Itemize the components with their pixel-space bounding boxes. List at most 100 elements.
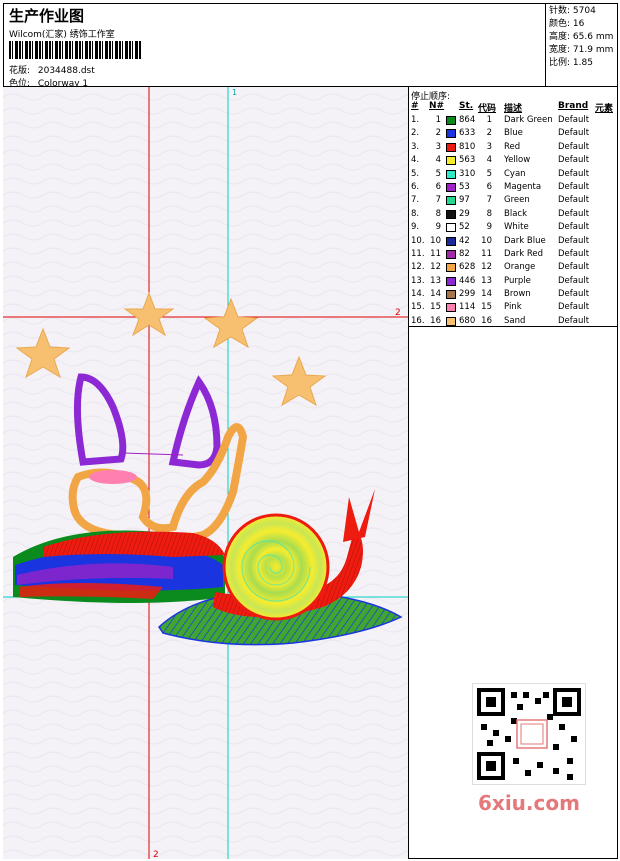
- thread-color-swatch: [446, 169, 456, 179]
- row-st: 29: [459, 208, 470, 219]
- row-desc: Green: [504, 195, 530, 206]
- row-desc: Orange: [504, 262, 536, 273]
- row-num: 9: [435, 222, 441, 233]
- stop-sequence-header: # N# St. 代码 描述 Brand 元素: [410, 101, 616, 114]
- row-brand: Default: [558, 248, 590, 259]
- row-st: 42: [459, 235, 470, 246]
- guide-number-2-vertical: 2: [153, 850, 159, 859]
- row-num: 7: [435, 195, 441, 206]
- design-width: 宽度: 71.9 mm: [549, 45, 614, 55]
- row-idx: 12.: [411, 262, 425, 273]
- col-stitches: St.: [459, 101, 474, 111]
- row-num: 10: [430, 235, 441, 246]
- row-num: 4: [435, 155, 441, 166]
- row-num: 1: [435, 115, 441, 125]
- stop-sequence-row: 7. 7 97 7 Green Default: [410, 194, 616, 207]
- thread-color-swatch: [446, 303, 456, 313]
- row-num: 2: [435, 128, 441, 139]
- row-brand: Default: [558, 168, 590, 179]
- row-brand: Default: [558, 289, 590, 300]
- row-desc: Pink: [504, 302, 522, 313]
- col-code: 代码: [478, 104, 497, 114]
- row-brand: Default: [558, 115, 590, 125]
- watermark-text: 6xiu.com: [478, 791, 580, 815]
- row-st: 864: [459, 115, 476, 125]
- col-needle: N#: [429, 101, 445, 111]
- qr-code: [472, 683, 586, 785]
- design-preview-canvas: 1 2 2: [3, 87, 409, 859]
- color-count: 颜色: 16: [549, 19, 585, 29]
- thread-color-swatch: [446, 290, 456, 300]
- row-code: 3: [486, 141, 492, 152]
- stop-sequence-row: 4. 4 563 4 Yellow Default: [410, 154, 616, 167]
- row-idx: 4.: [411, 155, 420, 166]
- bunny-bow: [89, 470, 137, 484]
- stop-sequence-row: 12. 12 628 12 Orange Default: [410, 261, 616, 274]
- row-code: 9: [486, 222, 492, 233]
- row-st: 628: [459, 262, 476, 273]
- row-brand: Default: [558, 275, 590, 286]
- row-st: 82: [459, 248, 470, 259]
- stop-sequence-row: 1. 1 864 1 Dark Green Default: [410, 114, 616, 127]
- row-code: 5: [486, 168, 492, 179]
- row-st: 52: [459, 222, 470, 233]
- row-code: 4: [486, 155, 492, 166]
- col-description: 描述: [504, 104, 523, 114]
- row-code: 12: [481, 262, 492, 273]
- stop-sequence-row: 10. 10 42 10 Dark Blue Default: [410, 235, 616, 248]
- row-idx: 10.: [411, 235, 425, 246]
- col-index: #: [411, 101, 419, 111]
- row-code: 7: [486, 195, 492, 206]
- stop-sequence-row: 9. 9 52 9 White Default: [410, 221, 616, 234]
- row-num: 6: [435, 181, 441, 192]
- stop-sequence-row: 15. 15 114 15 Pink Default: [410, 301, 616, 314]
- row-code: 1: [486, 115, 492, 125]
- row-st: 114: [459, 302, 476, 313]
- studio-name: Wilcom(汇家) 绣饰工作室: [9, 30, 115, 40]
- guide-number-1: 1: [232, 88, 237, 97]
- design-file-label: 花版:: [9, 66, 31, 76]
- row-idx: 3.: [411, 141, 420, 152]
- row-desc: Purple: [504, 275, 531, 286]
- row-num: 8: [435, 208, 441, 219]
- row-desc: Dark Blue: [504, 235, 546, 246]
- row-brand: Default: [558, 195, 590, 206]
- thread-color-swatch: [446, 236, 456, 246]
- row-brand: Default: [558, 302, 590, 313]
- row-code: 6: [486, 181, 492, 192]
- row-brand: Default: [558, 155, 590, 166]
- stop-sequence-row: 6. 6 53 6 Magenta Default: [410, 181, 616, 194]
- stop-sequence-row: 16. 16 680 16 Sand Default: [410, 315, 616, 328]
- row-idx: 9.: [411, 222, 420, 233]
- stop-sequence-rows: 1. 1 864 1 Dark Green Default 2. 2 633 2 Blue Defau…: [410, 114, 616, 328]
- row-code: 10: [481, 235, 492, 246]
- row-st: 563: [459, 155, 476, 166]
- row-num: 15: [430, 302, 441, 313]
- row-num: 5: [435, 168, 441, 179]
- row-desc: Yellow: [504, 155, 531, 166]
- row-desc: Red: [504, 141, 521, 152]
- barcode: [9, 41, 141, 59]
- snail-shell: [222, 513, 330, 621]
- qr-code-graphic: [477, 688, 581, 780]
- stop-sequence-row: 3. 3 810 3 Red Default: [410, 141, 616, 154]
- thread-color-swatch: [446, 182, 456, 192]
- stats-panel: 针数: 5704 颜色: 16 高度: 65.6 mm 宽度: 71.9 mm …: [546, 3, 618, 87]
- guide-number-2-horizontal: 2: [395, 308, 401, 318]
- thread-color-swatch: [446, 209, 456, 219]
- stop-sequence-row: 14. 14 299 14 Brown Default: [410, 288, 616, 301]
- row-st: 310: [459, 168, 476, 179]
- row-idx: 6.: [411, 181, 420, 192]
- thread-color-swatch: [446, 316, 456, 326]
- thread-color-swatch: [446, 276, 456, 286]
- row-desc: Black: [504, 208, 527, 219]
- row-idx: 14.: [411, 289, 425, 300]
- row-desc: Blue: [504, 128, 523, 139]
- row-brand: Default: [558, 141, 590, 152]
- row-idx: 15.: [411, 302, 425, 313]
- design-file-line: 花版: 2034488.dst: [9, 63, 95, 76]
- row-brand: Default: [558, 235, 590, 246]
- row-code: 13: [481, 275, 492, 286]
- row-st: 680: [459, 315, 476, 326]
- thread-color-swatch: [446, 156, 456, 166]
